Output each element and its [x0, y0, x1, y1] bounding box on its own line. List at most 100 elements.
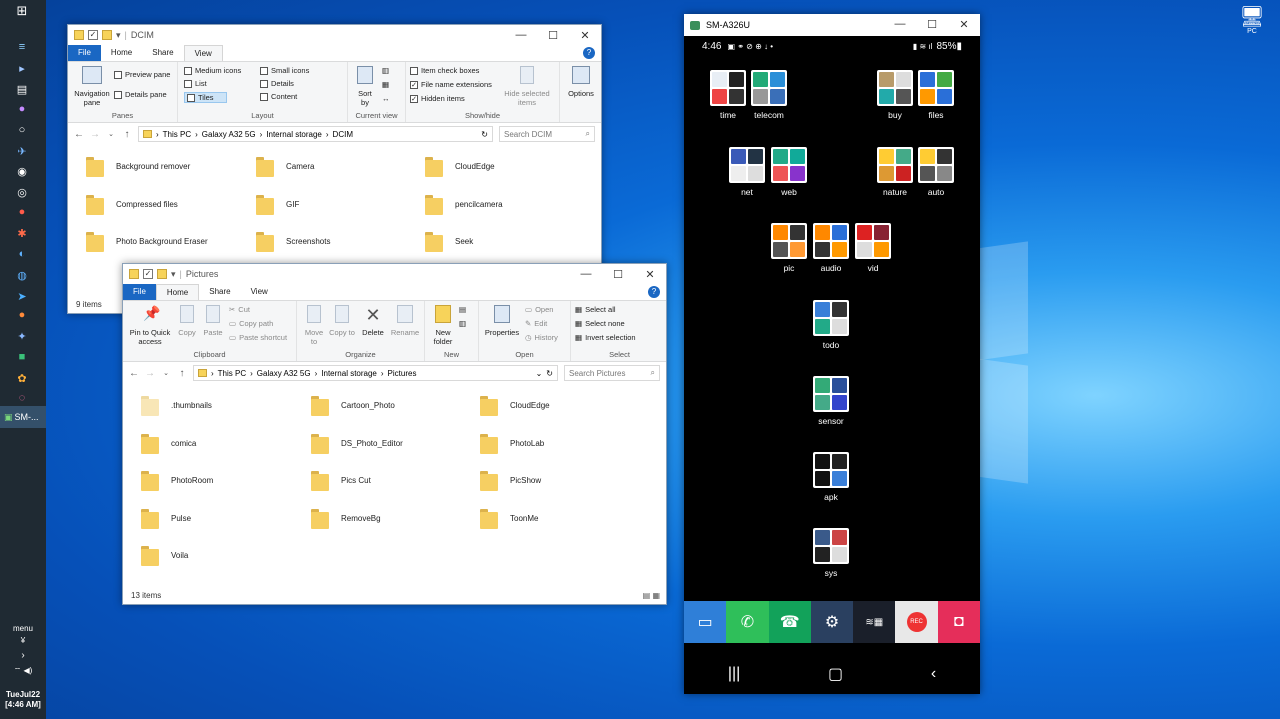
chevron-down-icon[interactable]: ¥ [0, 636, 46, 645]
breadcrumb-pictures[interactable]: Pictures [388, 369, 417, 378]
details-pane-button[interactable]: Details pane [114, 90, 167, 99]
select-none-button[interactable]: ▦ Select none [575, 319, 625, 328]
folder-item[interactable]: PhotoLab [480, 428, 544, 458]
folder-group-auto[interactable]: auto [916, 147, 956, 197]
maximize-button[interactable]: ☐ [916, 14, 948, 34]
refresh-icon[interactable]: ↻ [546, 369, 553, 378]
chrome-icon[interactable]: ◍ [15, 268, 29, 282]
breadcrumb-dcim[interactable]: DCIM [333, 130, 353, 139]
folder-group-audio[interactable]: audio [811, 223, 851, 273]
forward-arrow-icon[interactable]: → [145, 368, 155, 379]
close-button[interactable]: ✕ [569, 25, 601, 45]
settings-gear-icon[interactable]: ⚙ [810, 601, 854, 643]
forward-arrow-icon[interactable]: → [90, 129, 100, 140]
help-icon[interactable]: ? [648, 286, 660, 298]
screen-recorder-icon[interactable]: REC [895, 601, 938, 643]
app-icon-10[interactable]: ✱ [15, 226, 29, 240]
messages-icon[interactable]: ▭ [684, 601, 727, 643]
close-button[interactable]: ✕ [948, 14, 980, 34]
folder-item[interactable]: Camera [256, 151, 314, 181]
folder-group-nature[interactable]: nature [875, 147, 915, 197]
app-icon-8[interactable]: ◎ [15, 185, 29, 199]
minimize-button[interactable]: — [570, 264, 602, 284]
folder-group-telecom[interactable]: telecom [749, 70, 789, 120]
select-all-button[interactable]: ▦ Select all [575, 305, 616, 314]
navigation-pane-button[interactable]: Navigation pane [72, 66, 112, 107]
back-chevron-icon[interactable]: ‹ [931, 665, 936, 683]
breadcrumb-this-pc[interactable]: This PC [218, 369, 246, 378]
tab-view[interactable]: View [183, 45, 223, 61]
paste-button[interactable]: Paste [201, 305, 225, 337]
folder-group-pic[interactable]: pic [769, 223, 809, 273]
folder-item[interactable]: PhotoRoom [141, 465, 213, 495]
folder-item[interactable]: comica [141, 428, 196, 458]
pc-desktop-icon[interactable]: 🖥 PC [1236, 6, 1268, 35]
size-columns-icon[interactable]: ↔ [382, 94, 390, 103]
firefox-icon[interactable]: ● [15, 308, 29, 322]
tab-home[interactable]: Home [155, 284, 200, 300]
tab-file[interactable]: File [68, 45, 101, 61]
app-icon-1[interactable]: ≡ [15, 40, 29, 54]
folder-item[interactable]: PicShow [480, 465, 541, 495]
folder-group-vid[interactable]: vid [853, 223, 893, 273]
app-icon-16[interactable]: ■ [15, 350, 29, 364]
hidden-items[interactable]: ✓ Hidden items [410, 94, 465, 103]
history-button[interactable]: ◷ History [525, 333, 558, 342]
folder-item[interactable]: .thumbnails [141, 390, 212, 420]
breadcrumb-galaxy[interactable]: Galaxy A32 5G [202, 130, 256, 139]
folder-item[interactable]: RemoveBg [311, 503, 381, 533]
layout-content[interactable]: Content [260, 92, 297, 101]
search-input[interactable]: Search Pictures ⌕ [564, 365, 660, 381]
new-folder-icon[interactable] [102, 30, 112, 40]
invert-selection-button[interactable]: ▦ Invert selection [575, 333, 636, 342]
tab-home[interactable]: Home [101, 45, 142, 61]
app-icon-15[interactable]: ✦ [15, 329, 29, 343]
pin-quick-access-button[interactable]: 📌 Pin to Quick access [125, 305, 175, 346]
folder-item[interactable]: DS_Photo_Editor [311, 428, 403, 458]
chevron-down-icon[interactable]: ⌄ [536, 369, 543, 378]
breadcrumb-internal-storage[interactable]: Internal storage [321, 369, 377, 378]
recent-chevron-icon[interactable]: ⌄ [106, 130, 116, 138]
app-icon-4[interactable]: ● [15, 102, 29, 116]
close-button[interactable]: ✕ [634, 264, 666, 284]
folder-group-todo[interactable]: todo [811, 300, 851, 350]
taskbar-item-sm[interactable]: ▣ SM-... [0, 406, 46, 428]
app-icon-6[interactable]: ✈ [15, 144, 29, 158]
app-icon-3[interactable]: ▤ [15, 82, 29, 96]
quick-tools-icon[interactable]: ≋▦ [853, 601, 896, 643]
folder-item[interactable]: Pics Cut [311, 465, 371, 495]
folder-item[interactable]: Seek [425, 226, 473, 256]
group-by-icon[interactable]: ▥ [382, 66, 389, 75]
layout-details[interactable]: Details [260, 79, 294, 88]
home-button-icon[interactable]: ▢ [828, 664, 843, 684]
telegram-icon[interactable]: ➤ [15, 289, 29, 303]
up-arrow-icon[interactable]: ↑ [122, 129, 132, 140]
maximize-button[interactable]: ☐ [537, 25, 569, 45]
folder-item[interactable]: Pulse [141, 503, 191, 533]
easy-access-icon[interactable]: ▥ [459, 319, 466, 328]
folder-item[interactable]: Photo Background Eraser [86, 226, 208, 256]
new-folder-button[interactable]: New folder [429, 305, 457, 346]
folder-group-sys[interactable]: sys [811, 528, 851, 578]
app-icon-9[interactable]: ● [15, 205, 29, 219]
folder-item[interactable]: CloudEdge [480, 390, 550, 420]
customize-arrow-icon[interactable]: ▾ [116, 30, 121, 41]
layout-medium-icons[interactable]: Medium icons [184, 66, 241, 75]
app-icon-5[interactable]: ○ [15, 123, 29, 137]
sort-by-button[interactable]: Sort by [354, 66, 376, 107]
whatsapp-icon[interactable]: ✆ [726, 601, 769, 643]
properties-icon[interactable]: ✓ [143, 269, 153, 279]
maximize-button[interactable]: ☐ [602, 264, 634, 284]
back-arrow-icon[interactable]: ← [129, 368, 139, 379]
path-box[interactable]: › This PC › Galaxy A32 5G › Internal storag… [138, 126, 493, 142]
properties-icon[interactable]: ✓ [88, 30, 98, 40]
tab-file[interactable]: File [123, 284, 156, 300]
hide-selected-items-button[interactable]: Hide selected items [502, 66, 552, 107]
properties-button[interactable]: Properties [483, 305, 521, 337]
app-icon-2[interactable]: ▸ [15, 61, 29, 75]
rename-button[interactable]: Rename [389, 305, 421, 337]
breadcrumb-internal-storage[interactable]: Internal storage [266, 130, 322, 139]
back-arrow-icon[interactable]: ← [74, 129, 84, 140]
layout-list[interactable]: List [184, 79, 207, 88]
folder-group-net[interactable]: net [727, 147, 767, 197]
